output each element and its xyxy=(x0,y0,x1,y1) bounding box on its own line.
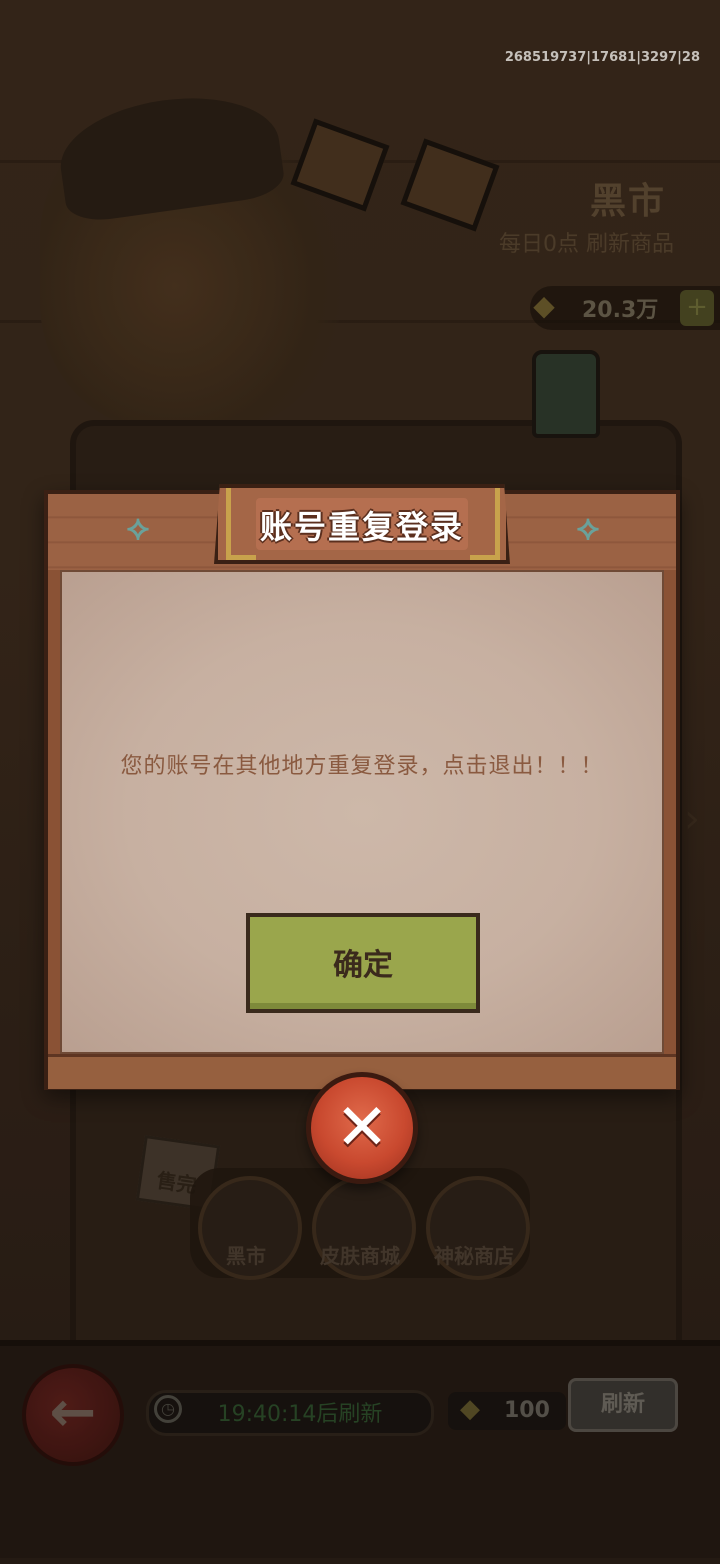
dialog-title: 账号重复登录 xyxy=(259,508,464,546)
confirm-button-label[interactable]: 确定 xyxy=(246,940,480,984)
dialog-message: 您的账号在其他地方重复登录，点击退出！！！ xyxy=(120,754,604,779)
debug-id-text: 268519737|17681|3297|28 xyxy=(504,50,700,65)
fish-icon: ⟡ xyxy=(126,508,150,548)
close-icon[interactable]: ✕ xyxy=(306,1088,418,1168)
fish-icon: ⟡ xyxy=(576,508,600,548)
